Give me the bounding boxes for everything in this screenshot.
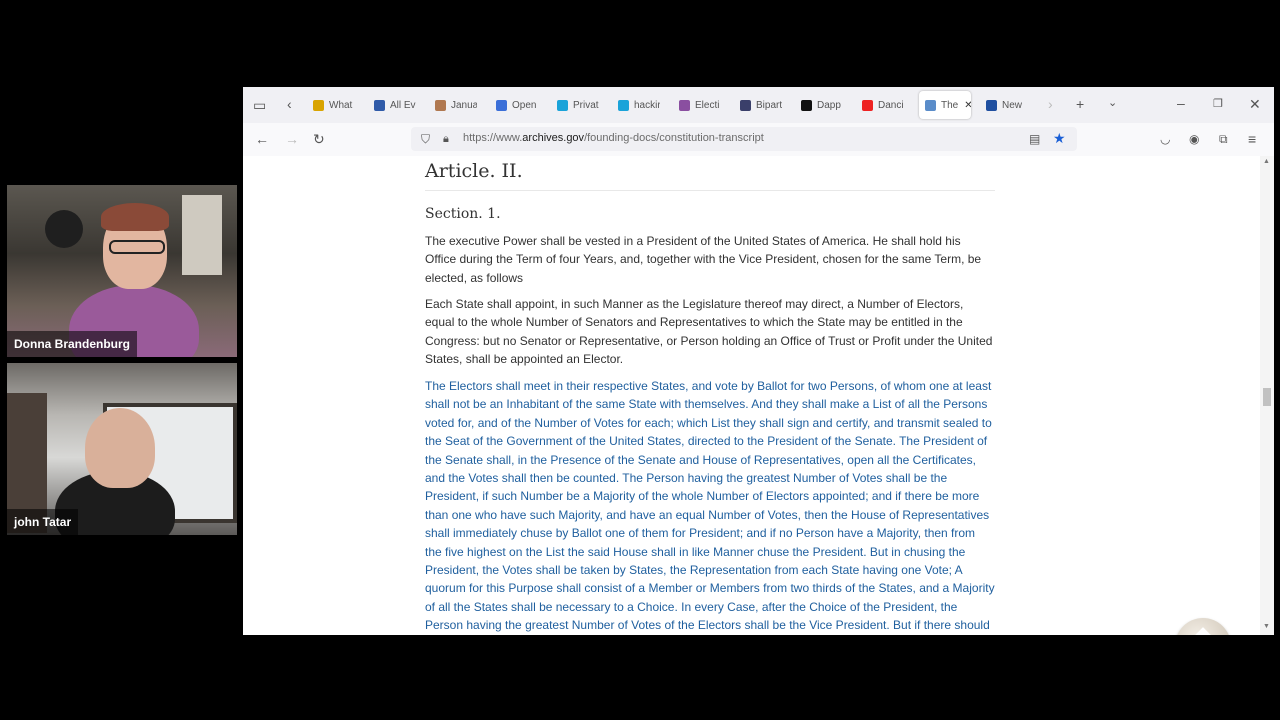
tab-8[interactable]: Bipart [740, 95, 782, 115]
norton-icon [313, 99, 324, 111]
extensions-icon[interactable]: ⧉ [1219, 132, 1228, 146]
tab-label: Electi [695, 99, 720, 111]
lock-icon: 🔒︎ [443, 133, 449, 145]
section-heading: Section. 1. [425, 206, 501, 222]
v-icon [618, 99, 629, 111]
video-tile-donna: Donna Brandenburg [7, 185, 237, 357]
bookmark-star-icon[interactable]: ★ [1053, 131, 1066, 145]
tab-7[interactable]: Electi [679, 95, 721, 115]
browser-window: ▭ ‹ What All Ev Janua Open Privat hackir Elect… [243, 87, 1274, 635]
video-tile-john: john Tatar [7, 363, 237, 535]
tab-11[interactable]: The ✕ [919, 91, 971, 119]
close-tab-icon[interactable]: ✕ [964, 100, 971, 111]
heading-divider [425, 190, 995, 191]
forward-icon[interactable]: → [285, 132, 299, 146]
participant-name: john Tatar [7, 509, 79, 535]
page-content: Article. II. Section. 1. The executive P… [243, 156, 1260, 635]
refresh-c-icon [496, 99, 507, 111]
tab-label: hackir [634, 99, 660, 111]
tab-scroll-right-icon[interactable]: › [1048, 97, 1053, 111]
tab-label: Open [512, 99, 537, 111]
news-icon [740, 99, 751, 111]
tab-10[interactable]: Danci [862, 95, 904, 115]
close-window-icon[interactable]: ✕ [1249, 97, 1261, 111]
back-icon[interactable]: ← [255, 132, 269, 146]
tab-3[interactable]: Janua [435, 95, 477, 115]
v-icon [557, 99, 568, 111]
new-tab-icon[interactable]: + [1076, 97, 1084, 111]
address-bar[interactable]: ⛉ 🔒︎ https://www.archives.gov/founding-d… [411, 127, 1077, 151]
scrollbar-thumb[interactable] [1263, 388, 1271, 406]
tab-label: Janua [451, 99, 477, 111]
participant-head [85, 408, 155, 488]
l-icon [374, 99, 385, 111]
window-light [182, 195, 222, 275]
scroll-down-arrow-icon[interactable]: ▼ [1263, 623, 1270, 630]
n-icon [925, 99, 936, 111]
restore-icon[interactable]: ❐ [1213, 97, 1223, 111]
participant-name: Donna Brandenburg [7, 331, 137, 357]
avatar-icon [435, 99, 446, 111]
tab-label: Danci [878, 99, 904, 111]
tab-9[interactable]: Dapp [801, 95, 843, 115]
reload-icon[interactable]: ↻ [313, 132, 325, 146]
scrollbar[interactable]: ▲ ▼ [1260, 156, 1274, 635]
tab-label: All Ev [390, 99, 416, 111]
seal-icon [679, 99, 690, 111]
youtube-icon [862, 99, 873, 111]
shield-icon[interactable]: ⛉ [421, 132, 430, 146]
tab-1[interactable]: What [313, 95, 355, 115]
url-text[interactable]: https://www.archives.gov/founding-docs/c… [463, 132, 764, 144]
account-icon[interactable]: ◉ [1189, 132, 1199, 146]
minimize-icon[interactable]: – [1177, 96, 1185, 110]
article-heading: Article. II. [425, 160, 523, 182]
scroll-up-arrow-icon[interactable]: ▲ [1263, 158, 1270, 165]
tab-scroll-left-icon[interactable]: ‹ [287, 97, 292, 111]
arrow-up-icon [1195, 627, 1211, 635]
tab-12[interactable]: New [986, 95, 1028, 115]
paragraph-link[interactable]: The Electors shall meet in their respect… [425, 377, 995, 635]
reader-view-icon[interactable]: ▤ [1029, 132, 1040, 146]
paragraph: The executive Power shall be vested in a… [425, 234, 982, 285]
tab-2[interactable]: All Ev [374, 95, 416, 115]
j-icon [986, 99, 997, 111]
tab-label: What [329, 99, 353, 111]
tab-label: Bipart [756, 99, 782, 111]
tab-6[interactable]: hackir [618, 95, 660, 115]
tab-overview-icon[interactable]: ▭ [253, 98, 266, 112]
tab-label: Dapp [817, 99, 841, 111]
tab-4[interactable]: Open [496, 95, 538, 115]
tab-bar: ▭ ‹ What All Ev Janua Open Privat hackir Elect… [243, 87, 1274, 123]
nav-bar: ← → ↻ ⛉ 🔒︎ https://www.archives.gov/foun… [243, 123, 1274, 157]
menu-icon[interactable]: ≡ [1248, 132, 1256, 146]
pocket-icon[interactable]: ◡ [1160, 132, 1170, 146]
scroll-to-top-button[interactable] [1175, 618, 1231, 635]
paragraph: Each State shall appoint, in such Manner… [425, 297, 993, 367]
list-tabs-icon[interactable]: ⌄ [1108, 96, 1117, 110]
lamp [45, 210, 83, 248]
tab-label: The [941, 99, 959, 111]
tab-label: New [1002, 99, 1023, 111]
participant-hair [101, 203, 169, 231]
tab-label: Privat [573, 99, 599, 111]
x-icon [801, 99, 812, 111]
tab-5[interactable]: Privat [557, 95, 599, 115]
glasses [109, 240, 165, 254]
